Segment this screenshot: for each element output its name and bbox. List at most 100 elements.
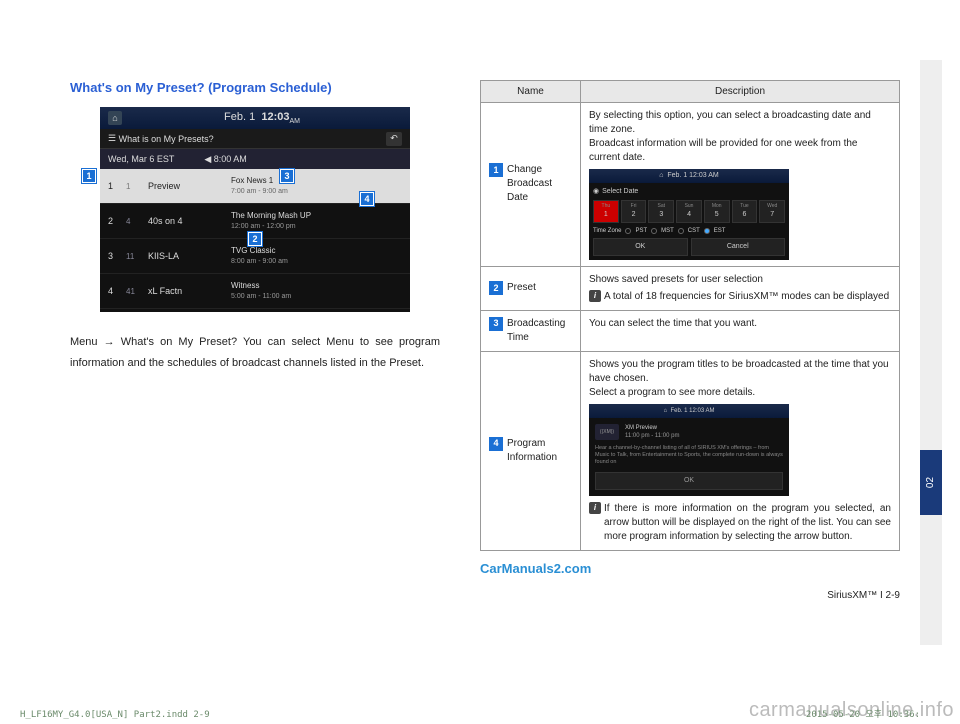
footer-link[interactable]: CarManuals2.com (480, 561, 900, 576)
subtitle: What is on My Presets? (119, 134, 214, 144)
desc-text: Shows saved presets for user selection (589, 273, 891, 287)
prog-title: XM Preview (625, 424, 679, 432)
row-prog: The Morning Mash UP12:00 am - 12:00 pm (231, 211, 402, 231)
cell-desc: By selecting this option, you can select… (581, 103, 900, 267)
row-ch: 41 (126, 287, 140, 296)
program-info-screenshot: ⌂ Feb. 1 12:03 AM ((XM)) XM Preview 11:0… (589, 404, 789, 496)
time-slot: 8:00 AM (214, 154, 247, 164)
cal-day: Thu1 (593, 200, 619, 223)
presets-screenshot: ⌂ Feb. 1 12:03AM ☰ What is on My Presets… (100, 107, 410, 312)
row-ch: 4 (126, 217, 140, 226)
cell-name: 2 Preset (481, 266, 581, 310)
desc-text: You can select the time that you want. (589, 317, 891, 331)
date-text: Feb. 1 (224, 111, 255, 123)
ok-button: OK (593, 238, 688, 256)
row-idx: 3 (108, 251, 118, 261)
side-tab (920, 580, 942, 645)
side-tabs: 02 (920, 60, 942, 645)
cal-day: Fri2 (621, 200, 647, 223)
side-tab (920, 320, 942, 385)
cal-day: Sat3 (648, 200, 674, 223)
screenshot-topbar: ⌂ Feb. 1 12:03AM (100, 107, 410, 129)
side-tab-active: 02 (920, 450, 942, 515)
row-prog: TVG Classic8:00 am - 9:00 am (231, 246, 402, 266)
timezone-row: Time Zone PST MST CST EST (593, 227, 785, 235)
clock: Feb. 1 12:03AM (224, 111, 300, 125)
row-station: Preview (148, 181, 223, 191)
cal-day: Tue6 (732, 200, 758, 223)
time-text: 12:03 (261, 111, 289, 123)
th-desc: Description (581, 81, 900, 103)
name-text: Change Broadcast Date (507, 163, 572, 205)
cal-day: Mon5 (704, 200, 730, 223)
date-row: Wed, Mar 6 EST (108, 154, 174, 164)
name-text: Broadcasting Time (507, 317, 572, 345)
cell-desc: You can select the time that you want. (581, 310, 900, 351)
cal-day: Wed7 (759, 200, 785, 223)
side-tab (920, 515, 942, 580)
row-ch: 1 (126, 182, 140, 191)
print-footer-right: 2015-05-20 오후 10:36: (806, 707, 920, 720)
cell-name: 3 Broadcasting Time (481, 310, 581, 351)
note-text: If there is more information on the prog… (604, 502, 891, 544)
row-idx: 1 (108, 181, 118, 191)
home-icon: ⌂ (108, 111, 122, 125)
description-paragraph: Menu → What's on My Preset? You can sele… (70, 332, 440, 374)
preset-row: 4 41 xL Factn Witness5:00 am - 11:00 am (100, 274, 410, 309)
desc-text: By selecting this option, you can select… (589, 109, 891, 165)
badge-1: 1 (489, 163, 503, 177)
ampm-text: AM (289, 118, 300, 125)
row-station: 40s on 4 (148, 216, 223, 226)
badge-2: 2 (489, 281, 503, 295)
name-text: Program Information (507, 437, 572, 465)
callout-2: 2 (248, 232, 262, 246)
row-idx: 4 (108, 286, 118, 296)
row-station: KIIS-LA (148, 251, 223, 261)
cell-name: 4 Program Information (481, 351, 581, 550)
back-icon: ↶ (386, 132, 402, 146)
side-tab (920, 255, 942, 320)
badge-4: 4 (489, 437, 503, 451)
side-tab (920, 190, 942, 255)
side-tab (920, 385, 942, 450)
row-prog: Fox News 17:00 am - 9:00 am (231, 176, 402, 196)
list-icon: ☰ (108, 133, 116, 144)
mini-topbar: ⌂ Feb. 1 12:03 AM (589, 404, 789, 418)
info-icon: i (589, 290, 601, 302)
cell-desc: Shows saved presets for user selection i… (581, 266, 900, 310)
ok-button: OK (595, 472, 783, 490)
row-idx: 2 (108, 216, 118, 226)
page-number: SiriusXM™ I 2-9 (480, 590, 900, 601)
row-ch: 11 (126, 252, 140, 261)
date-select-screenshot: ⌂ Feb. 1 12:03 AM ◉ Select Date Thu1 Fri… (589, 169, 789, 260)
badge-3: 3 (489, 317, 503, 331)
description-table: Name Description 1 Change Broadcast Date… (480, 80, 900, 551)
callout-3: 3 (280, 169, 294, 183)
name-text: Preset (507, 281, 536, 295)
right-column: Name Description 1 Change Broadcast Date… (480, 80, 900, 601)
cal-day: Sun4 (676, 200, 702, 223)
side-tab (920, 60, 942, 125)
calendar-days: Thu1 Fri2 Sat3 Sun4 Mon5 Tue6 Wed7 (593, 200, 785, 223)
note-text: A total of 18 frequencies for SiriusXM™ … (604, 290, 889, 304)
row-prog: Witness5:00 am - 11:00 am (231, 281, 402, 301)
mini-topbar: ⌂ Feb. 1 12:03 AM (589, 169, 789, 183)
callout-1: 1 (82, 169, 96, 183)
prog-sub: 11:00 pm - 11:00 pm (625, 432, 679, 440)
info-icon: i (589, 502, 601, 514)
date-bar: Wed, Mar 6 EST ◀ 8:00 AM (100, 149, 410, 169)
desc-text: Shows you the program titles to be broad… (589, 358, 891, 400)
select-date-label: ◉ Select Date (593, 187, 785, 197)
print-footer-left: H_LF16MY_G4.0[USA_N] Part2.indd 2-9 (20, 710, 210, 720)
page: What's on My Preset? (Program Schedule) … (0, 0, 960, 621)
cell-name: 1 Change Broadcast Date (481, 103, 581, 267)
left-column: What's on My Preset? (Program Schedule) … (70, 80, 440, 601)
prog-body: Hear a channel-by-channel listing of all… (595, 445, 783, 466)
side-tab (920, 125, 942, 190)
cancel-button: Cancel (691, 238, 786, 256)
screenshot-subbar: ☰ What is on My Presets? ↶ (100, 129, 410, 149)
row-station: xL Factn (148, 286, 223, 296)
xm-logo-icon: ((XM)) (595, 424, 619, 440)
section-heading: What's on My Preset? (Program Schedule) (70, 80, 440, 95)
th-name: Name (481, 81, 581, 103)
